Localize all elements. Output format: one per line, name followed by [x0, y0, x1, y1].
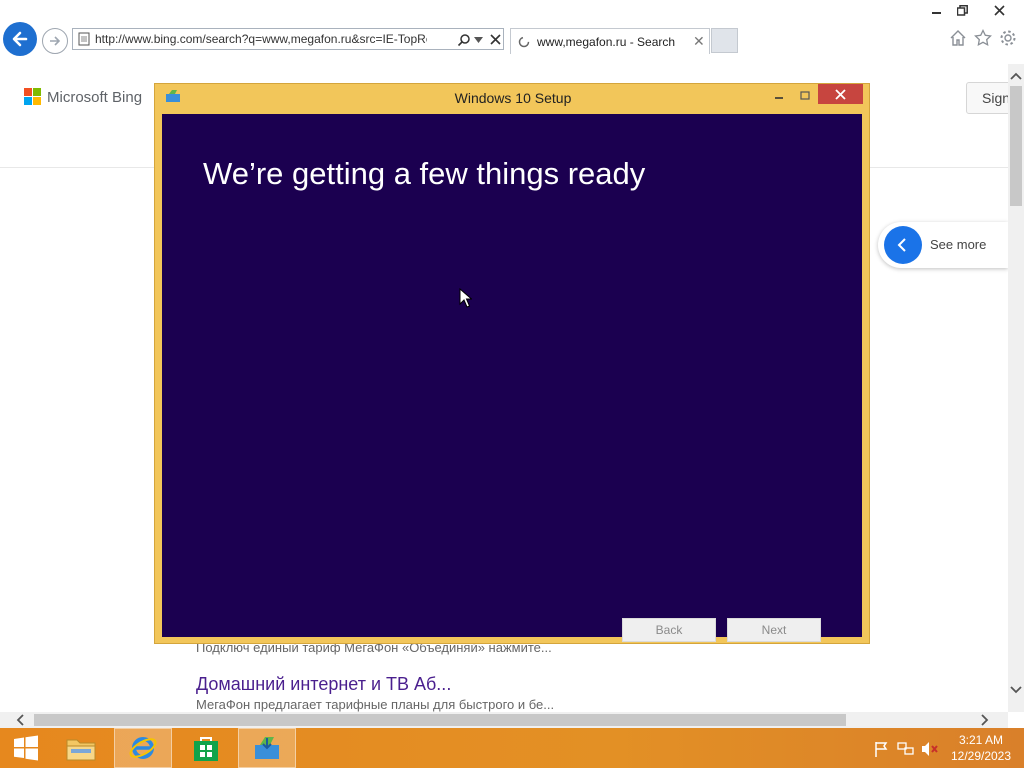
dialog-close-button[interactable] — [818, 84, 863, 104]
mouse-cursor-icon — [459, 288, 472, 308]
see-more-label: See more — [930, 237, 987, 252]
setup-content-panel: We’re getting a few things ready Back Ne… — [162, 114, 862, 642]
sign-in-button[interactable]: Sign — [966, 82, 1012, 114]
microsoft-logo-icon — [24, 88, 42, 106]
result-snippet: МегаФон предлагает тарифные планы для бы… — [196, 697, 555, 712]
stop-icon[interactable] — [489, 33, 502, 46]
start-button[interactable] — [0, 728, 52, 768]
network-icon[interactable] — [897, 741, 915, 757]
arrow-left-icon — [12, 31, 28, 47]
see-more-button[interactable]: See more — [878, 222, 1008, 268]
back-button[interactable] — [3, 22, 37, 56]
tab-search[interactable]: www,megafon.ru - Search ✕ — [510, 28, 710, 54]
arrow-right-icon — [50, 36, 61, 46]
volume-muted-icon[interactable] — [921, 741, 939, 757]
action-center-flag-icon[interactable] — [873, 741, 889, 757]
home-icon[interactable] — [949, 29, 967, 47]
clock-time: 3:21 AM — [958, 733, 1004, 747]
internet-explorer-button[interactable] — [114, 728, 172, 768]
favorites-star-icon[interactable] — [974, 29, 992, 47]
new-tab-button[interactable] — [711, 28, 738, 53]
vertical-scroll-thumb[interactable] — [1010, 86, 1022, 206]
sign-in-label: Sign — [982, 90, 1011, 106]
dialog-maximize-icon[interactable] — [790, 86, 820, 106]
dropdown-icon[interactable] — [474, 36, 483, 44]
tab-close-icon[interactable]: ✕ — [693, 33, 705, 50]
taskbar: 3:21 AM 12/29/2023 — [0, 728, 1024, 768]
horizontal-scroll-thumb[interactable] — [34, 714, 846, 726]
setup-dialog: Windows 10 Setup We’re getting a few thi… — [154, 83, 870, 644]
tab-title: www,megafon.ru - Search — [537, 35, 676, 49]
ie-logo-icon — [129, 737, 157, 759]
search-icon[interactable] — [457, 33, 471, 47]
file-explorer-button[interactable] — [55, 728, 107, 768]
restore-window-icon[interactable] — [947, 0, 977, 20]
forward-button[interactable] — [42, 28, 68, 54]
gear-icon[interactable] — [999, 29, 1017, 47]
setup-app-icon — [255, 737, 279, 759]
setup-heading: We’re getting a few things ready — [203, 156, 646, 191]
back-button-disabled[interactable]: Back — [622, 618, 716, 642]
clock-date: 12/29/2023 — [950, 749, 1012, 763]
next-button-disabled[interactable]: Next — [727, 618, 821, 642]
page-icon — [78, 32, 90, 46]
address-url: http://www.bing.com/search?q=www,megafon… — [95, 32, 427, 46]
folder-icon — [66, 739, 96, 761]
system-clock[interactable]: 3:21 AM 12/29/2023 — [944, 732, 1018, 764]
store-bag-icon — [194, 737, 218, 761]
scroll-up-icon[interactable] — [1010, 70, 1022, 84]
close-window-icon[interactable] — [984, 0, 1014, 20]
bing-logo-text[interactable]: Microsoft Bing — [47, 89, 142, 106]
windows-logo-icon — [14, 735, 38, 761]
store-button[interactable] — [180, 728, 232, 768]
close-icon — [835, 88, 846, 100]
loading-icon — [518, 36, 530, 48]
setup-taskbar-button[interactable] — [238, 728, 296, 768]
chevron-left-icon — [884, 226, 922, 264]
result-link-title[interactable]: Домашний интернет и ТВ Аб... — [196, 674, 451, 695]
address-bar[interactable]: http://www.bing.com/search?q=www,megafon… — [72, 28, 504, 50]
scroll-down-icon[interactable] — [1010, 684, 1022, 698]
